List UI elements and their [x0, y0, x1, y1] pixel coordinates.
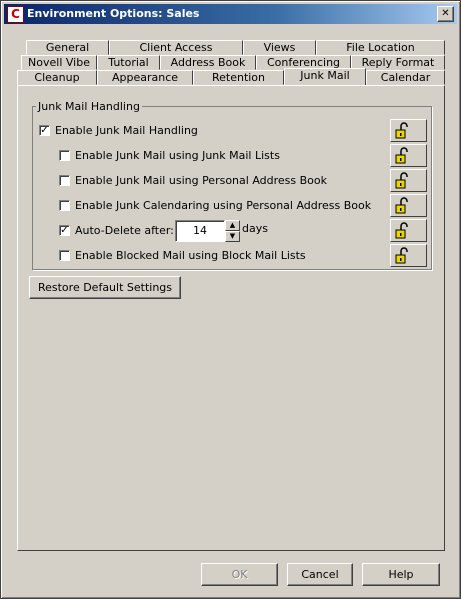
window-title: Environment Options: Sales [27, 7, 200, 20]
lock-button-junk-lists[interactable] [390, 144, 427, 167]
option-label: Auto-Delete after: [75, 224, 174, 237]
tab-retention[interactable]: Retention [193, 70, 284, 85]
checkbox-box[interactable] [59, 200, 70, 211]
restore-default-settings-button[interactable]: Restore Default Settings [29, 276, 181, 299]
checkbox-box[interactable] [59, 175, 70, 186]
unlocked-padlock-icon [395, 172, 408, 189]
lock-button-blocked-mail[interactable] [390, 244, 427, 267]
lock-button-calendaring[interactable] [390, 194, 427, 217]
unlocked-padlock-icon [395, 247, 408, 264]
tab-appearance[interactable]: Appearance [97, 70, 193, 85]
spin-up-button[interactable]: ▲ [225, 220, 240, 231]
unlocked-padlock-icon [395, 197, 408, 214]
tab-client-access[interactable]: Client Access [109, 40, 243, 55]
lock-button-junk-handling[interactable] [390, 119, 427, 142]
days-label: days [242, 222, 268, 235]
ok-button[interactable]: OK [201, 563, 278, 586]
lock-button-address-book[interactable] [390, 169, 427, 192]
option-label: Enable Junk Mail using Junk Mail Lists [75, 149, 280, 162]
tab-tutorial[interactable]: Tutorial [97, 55, 160, 70]
title-bar[interactable]: C Environment Options: Sales ✕ [4, 4, 457, 24]
app-icon: C [7, 6, 24, 23]
tab-general[interactable]: General [26, 40, 109, 55]
tab-junk-mail[interactable]: Junk Mail [284, 68, 366, 86]
tab-cleanup[interactable]: Cleanup [17, 70, 97, 85]
unlocked-padlock-icon [395, 122, 408, 139]
lock-button-auto-delete[interactable] [390, 219, 427, 242]
option-label: Enable Junk Mail Handling [55, 124, 198, 137]
checkbox-box[interactable] [59, 250, 70, 261]
tab-address-book[interactable]: Address Book [160, 55, 256, 70]
option-label: Enable Junk Calendaring using Personal A… [75, 199, 372, 212]
spin-down-button[interactable]: ▼ [225, 231, 240, 242]
option-label: Enable Junk Mail using Personal Address … [75, 174, 328, 187]
close-button[interactable]: ✕ [437, 6, 454, 22]
checkbox-box[interactable]: ✓ [59, 225, 70, 236]
days-spinner: ▲ ▼ [225, 220, 240, 242]
environment-options-dialog: C Environment Options: Sales ✕ General C… [0, 0, 461, 599]
help-button[interactable]: Help [362, 563, 440, 586]
auto-delete-days-input[interactable]: 14 [175, 220, 225, 242]
option-label: Enable Blocked Mail using Block Mail Lis… [75, 249, 306, 262]
group-label: Junk Mail Handling [36, 100, 142, 113]
tab-novell-vibe[interactable]: Novell Vibe [21, 55, 97, 70]
checkbox-box[interactable] [59, 150, 70, 161]
unlocked-padlock-icon [395, 222, 408, 239]
tab-views[interactable]: Views [243, 40, 316, 55]
tab-calendar[interactable]: Calendar [366, 70, 445, 85]
unlocked-padlock-icon [395, 147, 408, 164]
tab-file-location[interactable]: File Location [316, 40, 445, 55]
checkbox-box[interactable]: ✓ [39, 125, 50, 136]
cancel-button[interactable]: Cancel [287, 563, 353, 586]
